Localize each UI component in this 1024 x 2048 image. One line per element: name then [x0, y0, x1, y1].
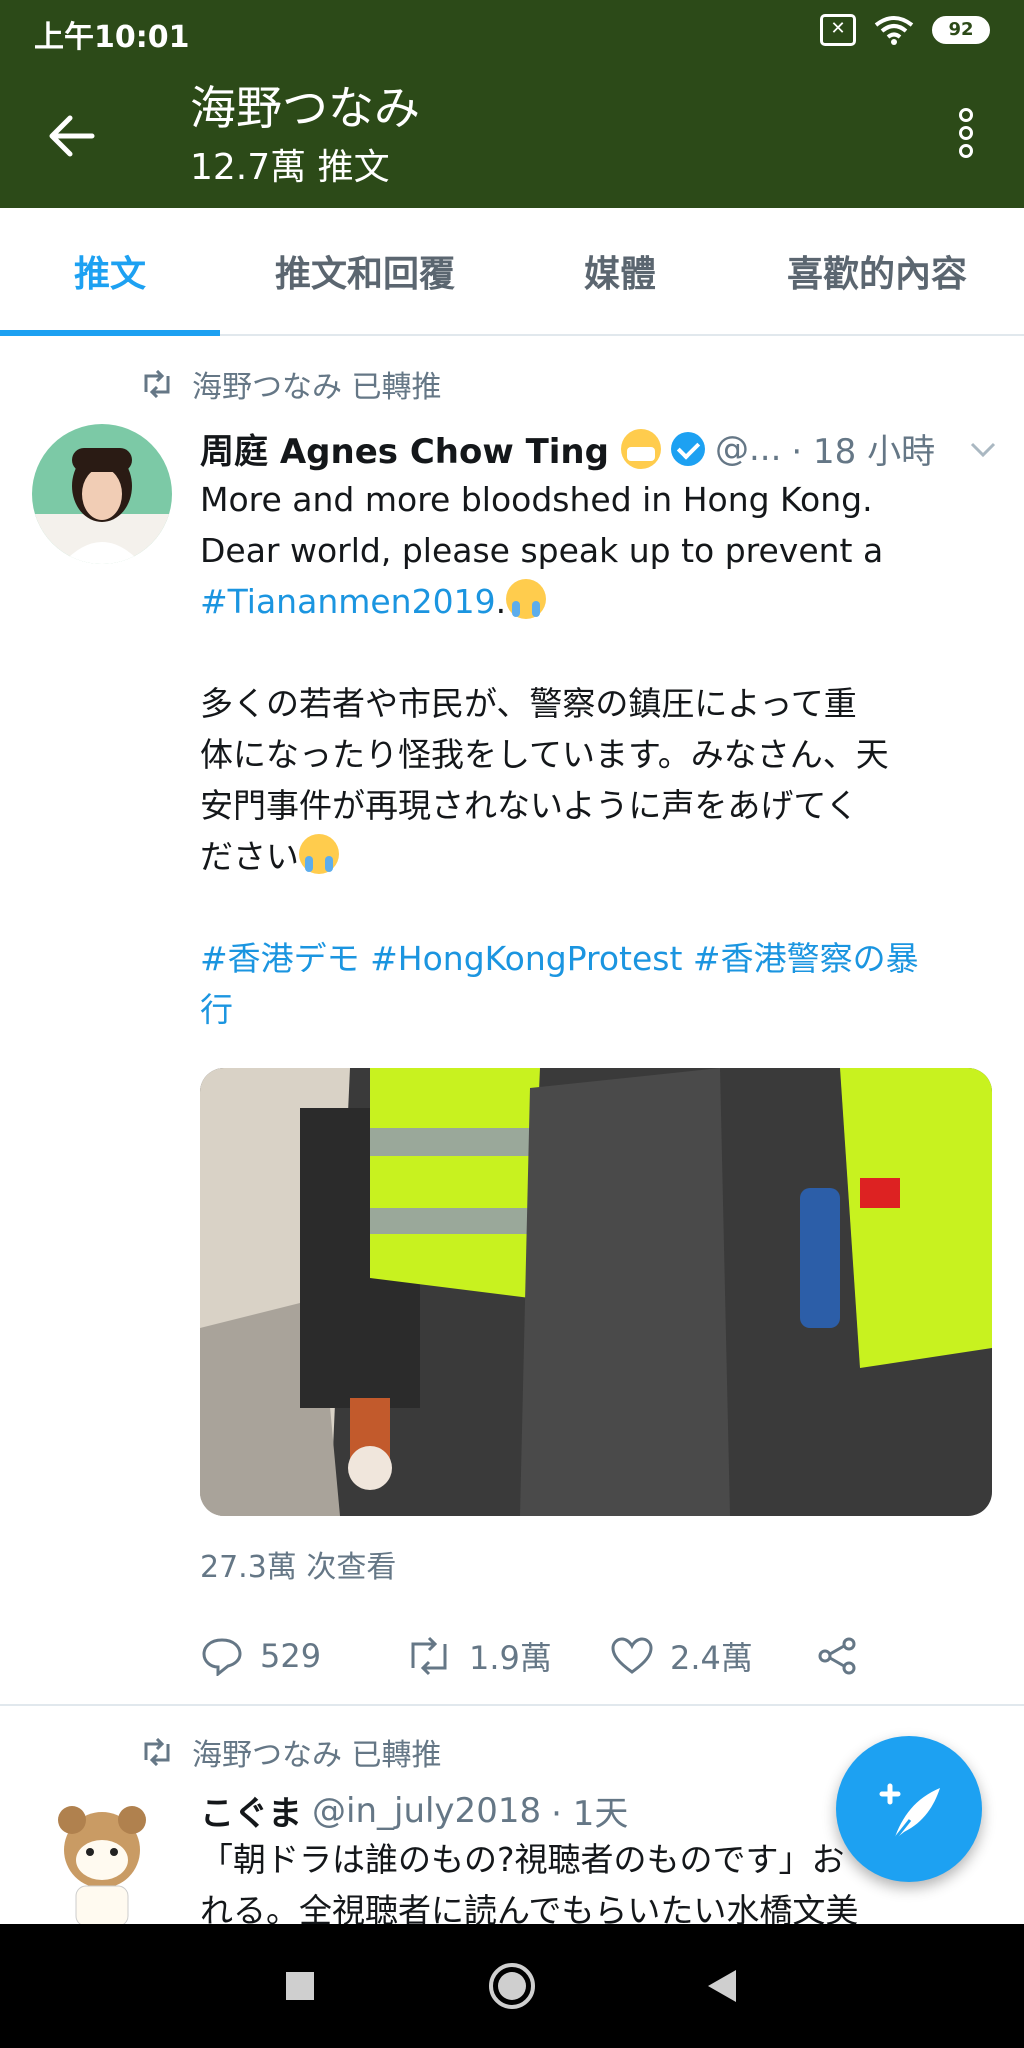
tweet-line: More and more bloodshed in Hong Kong. [200, 480, 873, 519]
tweet-line: Dear world, please speak up to prevent a [200, 531, 884, 570]
retweet-context: 海野つなみ 已轉推 [140, 1730, 442, 1774]
tweet-line: れる。全視聴者に読んでもらいたい水橋文美 [200, 1891, 859, 1924]
retweet-icon [144, 1738, 170, 1766]
tweet-time: · 18 小時 [791, 432, 936, 472]
tab-tweets-replies[interactable]: 推文和回覆 [220, 208, 510, 334]
hashtag-link[interactable]: #Tiananmen2019 [200, 582, 496, 621]
reply-icon [202, 1638, 242, 1676]
back-arrow-icon[interactable] [44, 108, 100, 164]
compose-button[interactable] [836, 1736, 982, 1882]
reply-button[interactable]: 529 [200, 1636, 405, 1676]
system-nav-bar [0, 1924, 1024, 2048]
share-button[interactable] [815, 1636, 875, 1676]
hashtag-suffix: . [495, 582, 507, 621]
back-nav-icon[interactable] [692, 1956, 752, 2016]
retweet-count: 1.9萬 [469, 1639, 552, 1677]
tweet-line: 多くの若者や市民が、警察の鎮圧によって重 [200, 684, 857, 723]
author-handle[interactable]: @... [715, 429, 781, 469]
tab-tweets[interactable]: 推文 [0, 208, 220, 336]
tweet-count: 12.7萬 推文 [190, 147, 390, 188]
divider [0, 1704, 1024, 1706]
like-button[interactable]: 2.4萬 [610, 1633, 815, 1679]
author-handle[interactable]: @in_july2018 [312, 1791, 541, 1831]
status-icons: ✕ 92 [820, 14, 990, 46]
tab-likes[interactable]: 喜歡的內容 [730, 208, 1024, 334]
crying-emoji-icon [506, 579, 547, 619]
status-time: 上午10:01 [34, 20, 190, 55]
tweet-time: · 1天 [551, 1794, 629, 1834]
sim-icon: ✕ [820, 14, 856, 46]
mask-emoji-icon [620, 428, 661, 469]
like-count: 2.4萬 [670, 1639, 753, 1677]
status-bar: 上午10:01 ✕ 92 [0, 0, 1024, 64]
reply-count: 529 [260, 1637, 322, 1675]
tweet-header: 周庭 Agnes Chow Ting @... · 18 小時 [200, 424, 1000, 473]
like-icon [611, 1637, 653, 1674]
tweet-line: #Tiananmen2019. [200, 576, 1000, 627]
home-icon[interactable] [482, 1956, 542, 2016]
retweet-label: 海野つなみ 已轉推 [192, 1738, 442, 1773]
tweet-line-text: ださい [200, 837, 299, 876]
profile-tabs: 推文 推文和回覆 媒體 喜歡的內容 [0, 208, 1024, 336]
share-icon [818, 1637, 856, 1675]
hashtags-link[interactable]: 行 [200, 984, 1000, 1035]
retweet-label: 海野つなみ 已轉推 [192, 370, 442, 405]
tweet-line: 安門事件が再現されないように声をあげてく [200, 786, 859, 825]
tweet-line: 体になったり怪我をしています。みなさん、天 [200, 735, 889, 774]
app-header: 上午10:01 ✕ 92 海野つなみ 12.7萬 推文 [0, 0, 1024, 208]
retweet-icon [411, 1636, 447, 1676]
compose-icon [879, 1783, 940, 1841]
hashtags-link[interactable]: #香港デモ #HongKongProtest #香港警察の暴 [200, 933, 1000, 984]
tweet-video[interactable] [200, 1068, 992, 1516]
chevron-down-icon[interactable] [966, 432, 1000, 466]
wifi-icon [874, 16, 914, 45]
avatar[interactable] [32, 1790, 172, 1930]
retweet-context: 海野つなみ 已轉推 [140, 362, 442, 406]
retweet-button[interactable]: 1.9萬 [405, 1633, 610, 1679]
tweet-text: More and more bloodshed in Hong Kong. De… [200, 474, 1000, 1035]
crying-emoji-icon [299, 834, 339, 874]
tab-media[interactable]: 媒體 [510, 208, 730, 334]
retweet-icon [144, 370, 170, 398]
author-name[interactable]: こぐま [200, 1786, 302, 1835]
more-vert-icon[interactable] [954, 106, 978, 166]
tweet-actions: 529 1.9萬 2.4萬 [200, 1626, 960, 1686]
profile-name: 海野つなみ [190, 81, 420, 135]
recents-icon[interactable] [270, 1956, 330, 2016]
tweet-line: ださい [200, 831, 1000, 882]
verified-icon [670, 431, 705, 466]
author-name[interactable]: 周庭 Agnes Chow Ting [200, 424, 609, 473]
battery-icon: 92 [932, 16, 990, 44]
view-count: 27.3萬 次查看 [200, 1550, 397, 1585]
avatar[interactable] [32, 424, 172, 564]
